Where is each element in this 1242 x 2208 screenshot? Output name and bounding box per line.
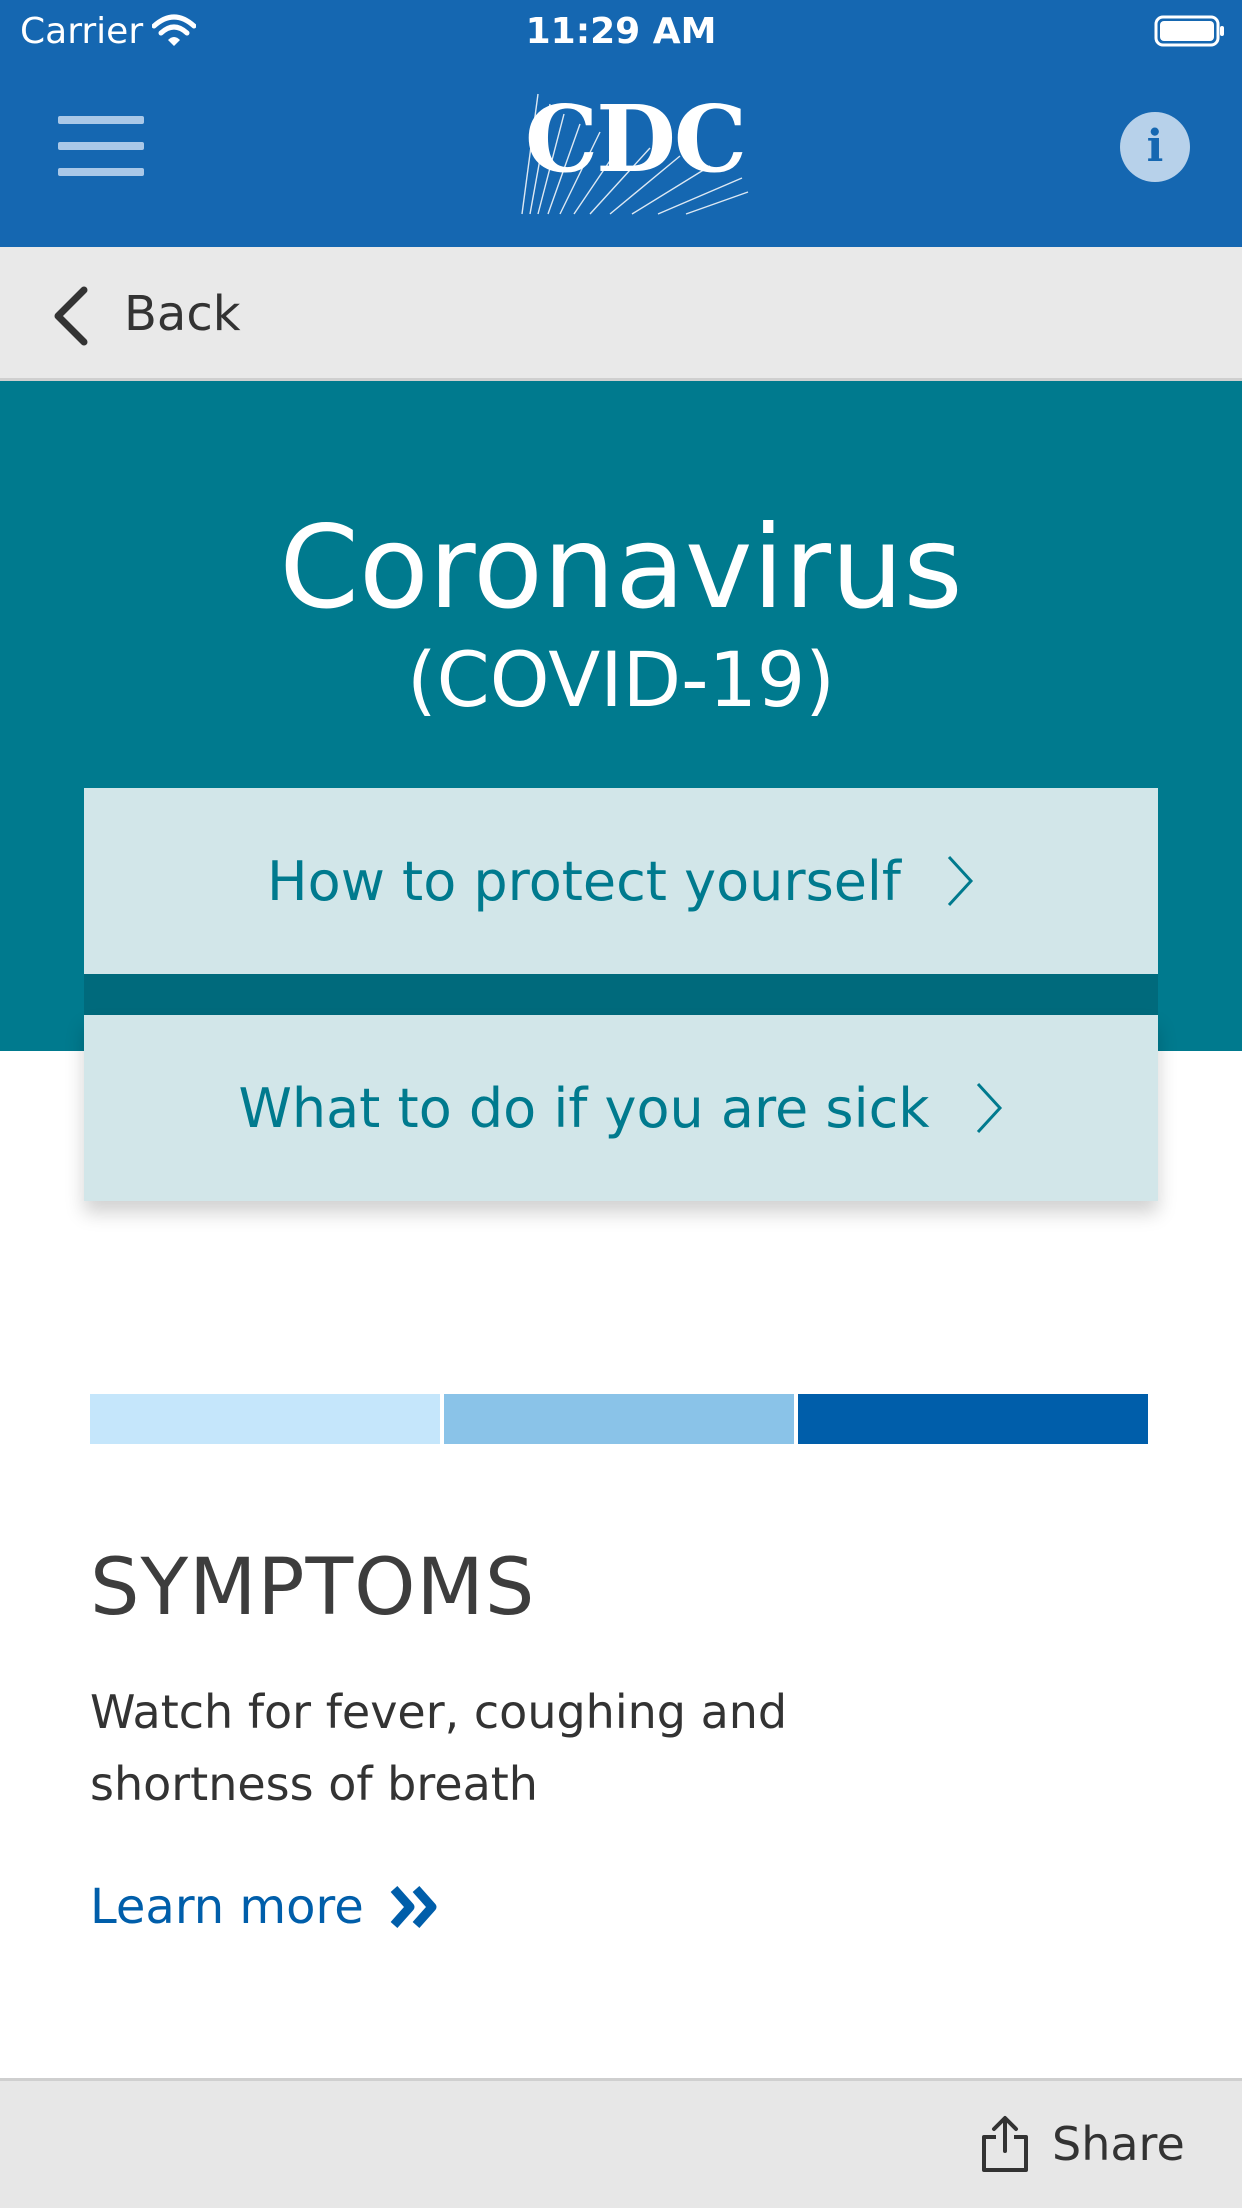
back-button[interactable]: Back: [50, 270, 270, 360]
color-bar-dark: [798, 1394, 1148, 1444]
if-sick-button[interactable]: What to do if you are sick: [84, 1015, 1158, 1201]
color-bar-medium: [444, 1394, 794, 1444]
share-icon: [982, 2116, 1028, 2172]
if-sick-label: What to do if you are sick: [238, 1076, 930, 1140]
symptoms-body: Watch for fever, coughing and shortness …: [90, 1685, 788, 1811]
back-label: Back: [124, 286, 241, 342]
protect-yourself-button[interactable]: How to protect yourself: [84, 788, 1158, 974]
chevron-left-icon: [54, 286, 88, 346]
cdc-logo: CDC: [520, 74, 750, 220]
share-button[interactable]: Share: [980, 2104, 1210, 2184]
logo-text: CDC: [524, 85, 747, 193]
symptoms-title: SYMPTOMS: [90, 1543, 536, 1633]
learn-more-link[interactable]: Learn more: [90, 1872, 442, 1942]
status-time: 11:29 AM: [525, 11, 717, 52]
hero-title: Coronavirus: [279, 501, 963, 634]
learn-more-label: Learn more: [90, 1879, 364, 1935]
chevron-right-icon: [947, 855, 973, 907]
button-divider: [84, 974, 1158, 1015]
chevron-right-icon: [976, 1082, 1002, 1134]
battery-icon: [1154, 15, 1224, 47]
info-icon[interactable]: i: [1120, 112, 1190, 182]
hero-subtitle: (COVID-19): [407, 635, 835, 724]
protect-yourself-label: How to protect yourself: [267, 849, 901, 913]
color-bar-light: [90, 1394, 440, 1444]
share-label: Share: [1052, 2117, 1185, 2171]
info-glyph: i: [1146, 121, 1164, 172]
hamburger-menu-icon[interactable]: [52, 110, 148, 182]
double-chevron-right-icon: [390, 1886, 437, 1928]
